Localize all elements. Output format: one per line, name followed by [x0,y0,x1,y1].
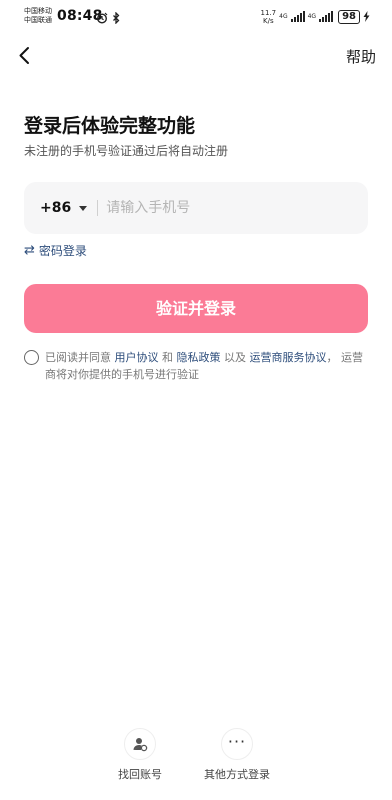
user-agreement-link[interactable]: 用户协议 [115,351,159,364]
more-dots-icon: ··· [227,732,247,751]
carrier-names: 中国移动 中国联通 [24,7,52,25]
other-login-icon-wrap: ··· [221,728,253,760]
user-recover-icon [133,738,148,752]
phone-number-input[interactable] [106,200,347,216]
signal-icon [290,7,305,26]
recover-account-icon-wrap [124,728,156,760]
other-login-label: 其他方式登录 [204,768,270,781]
agreement-text: 已阅读并同意 用户协议 和 隐私政策 以及 运营商服务协议， 运营商将对你提供的… [45,351,363,381]
agreement-checkbox[interactable] [24,350,39,365]
caret-down-icon [79,205,88,211]
page-subtitle: 未注册的手机号验证通过后将自动注册 [24,144,229,158]
help-link[interactable]: 帮助 [346,46,376,67]
country-code-selector[interactable]: +86 [40,200,88,216]
swap-arrows-icon: ⇄ [24,243,35,258]
carrier-agreement-link[interactable]: 运营商服务协议 [250,351,327,364]
page-title: 登录后体验完整功能 [24,115,196,137]
carrier-2: 中国联通 [24,16,52,24]
recover-account-option[interactable]: 找回账号 [118,728,162,782]
status-bar: 中国移动 中国联通 08:48 11.7 K/s 4G 4G 98 [0,0,392,32]
carrier-1: 中国移动 [24,7,52,15]
status-icons [96,9,121,28]
phone-input-box: +86 [24,182,368,234]
recover-account-label: 找回账号 [118,768,162,781]
verify-login-button[interactable]: 验证并登录 [24,284,368,333]
charging-icon [363,7,370,26]
network-type-1: 4G [279,13,288,20]
password-login-link[interactable]: ⇄ 密码登录 [24,242,87,259]
other-login-option[interactable]: ··· 其他方式登录 [204,728,270,782]
back-button[interactable] [14,44,38,68]
network-speed: 11.7 K/s [260,8,277,25]
chevron-left-icon [19,47,29,64]
battery-indicator: 98 [338,9,360,24]
network-type-2: 4G [307,13,317,20]
country-code-label: +86 [40,200,72,216]
password-login-label: 密码登录 [38,244,87,258]
alarm-icon [96,9,108,28]
privacy-policy-link[interactable]: 隐私政策 [177,351,221,364]
status-right: 11.7 K/s 4G 4G 98 [261,7,370,26]
input-divider [97,200,99,216]
signal-icon-2 [319,7,334,26]
bluetooth-icon [112,9,121,28]
